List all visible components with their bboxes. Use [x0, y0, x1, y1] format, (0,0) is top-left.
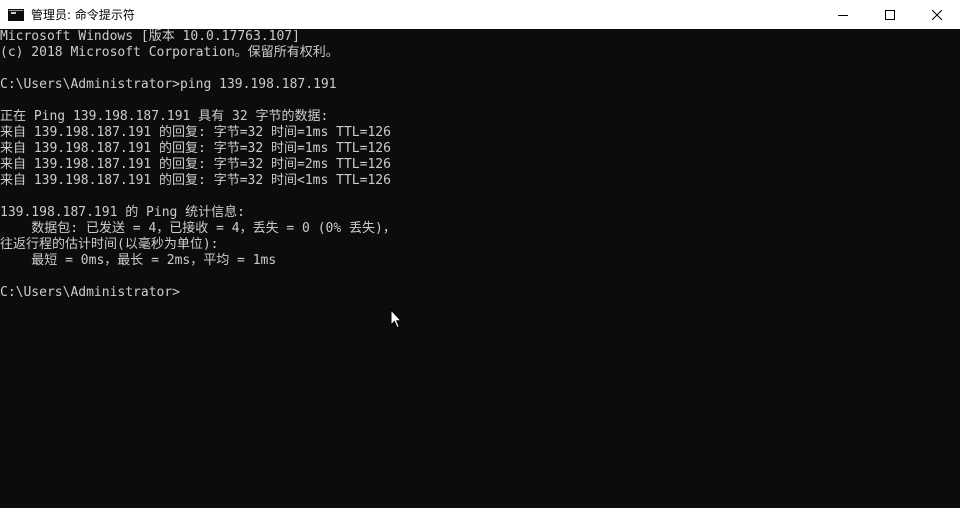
command-prompt[interactable]: C:\Users\Administrator> — [0, 285, 960, 301]
window-controls — [819, 0, 960, 29]
console-line: 正在 Ping 139.198.187.191 具有 32 字节的数据: — [0, 109, 329, 124]
console-line: 往返行程的估计时间(以毫秒为单位): — [0, 237, 219, 252]
console-line: 来自 139.198.187.191 的回复: 字节=32 时间=1ms TTL… — [0, 141, 391, 156]
close-button[interactable] — [913, 0, 960, 29]
console-line: 来自 139.198.187.191 的回复: 字节=32 时间=2ms TTL… — [0, 157, 391, 172]
console-line: Microsoft Windows [版本 10.0.17763.107] — [0, 29, 300, 44]
console-line: (c) 2018 Microsoft Corporation。保留所有权利。 — [0, 45, 339, 60]
maximize-button[interactable] — [866, 0, 913, 29]
maximize-icon — [884, 9, 895, 20]
title-bar[interactable]: 管理员: 命令提示符 — [0, 0, 960, 29]
console-line: 139.198.187.191 的 Ping 统计信息: — [0, 205, 246, 220]
console-line: 来自 139.198.187.191 的回复: 字节=32 时间<1ms TTL… — [0, 173, 391, 188]
console-line: 数据包: 已发送 = 4，已接收 = 4，丢失 = 0 (0% 丢失)， — [0, 221, 396, 236]
console-output[interactable]: Microsoft Windows [版本 10.0.17763.107] (c… — [0, 29, 960, 508]
minimize-icon — [837, 10, 848, 20]
cmd-icon — [8, 8, 24, 21]
cmd-window: 管理员: 命令提示符 Microsoft Windows [版本 10.0.17… — [0, 0, 960, 508]
mouse-pointer-icon — [390, 308, 403, 334]
minimize-button[interactable] — [819, 0, 866, 29]
window-title: 管理员: 命令提示符 — [31, 8, 135, 22]
console-line: 来自 139.198.187.191 的回复: 字节=32 时间=1ms TTL… — [0, 125, 391, 140]
console-line: 最短 = 0ms，最长 = 2ms，平均 = 1ms — [0, 253, 277, 268]
close-icon — [931, 9, 942, 20]
console-line: C:\Users\Administrator>ping 139.198.187.… — [0, 77, 337, 92]
